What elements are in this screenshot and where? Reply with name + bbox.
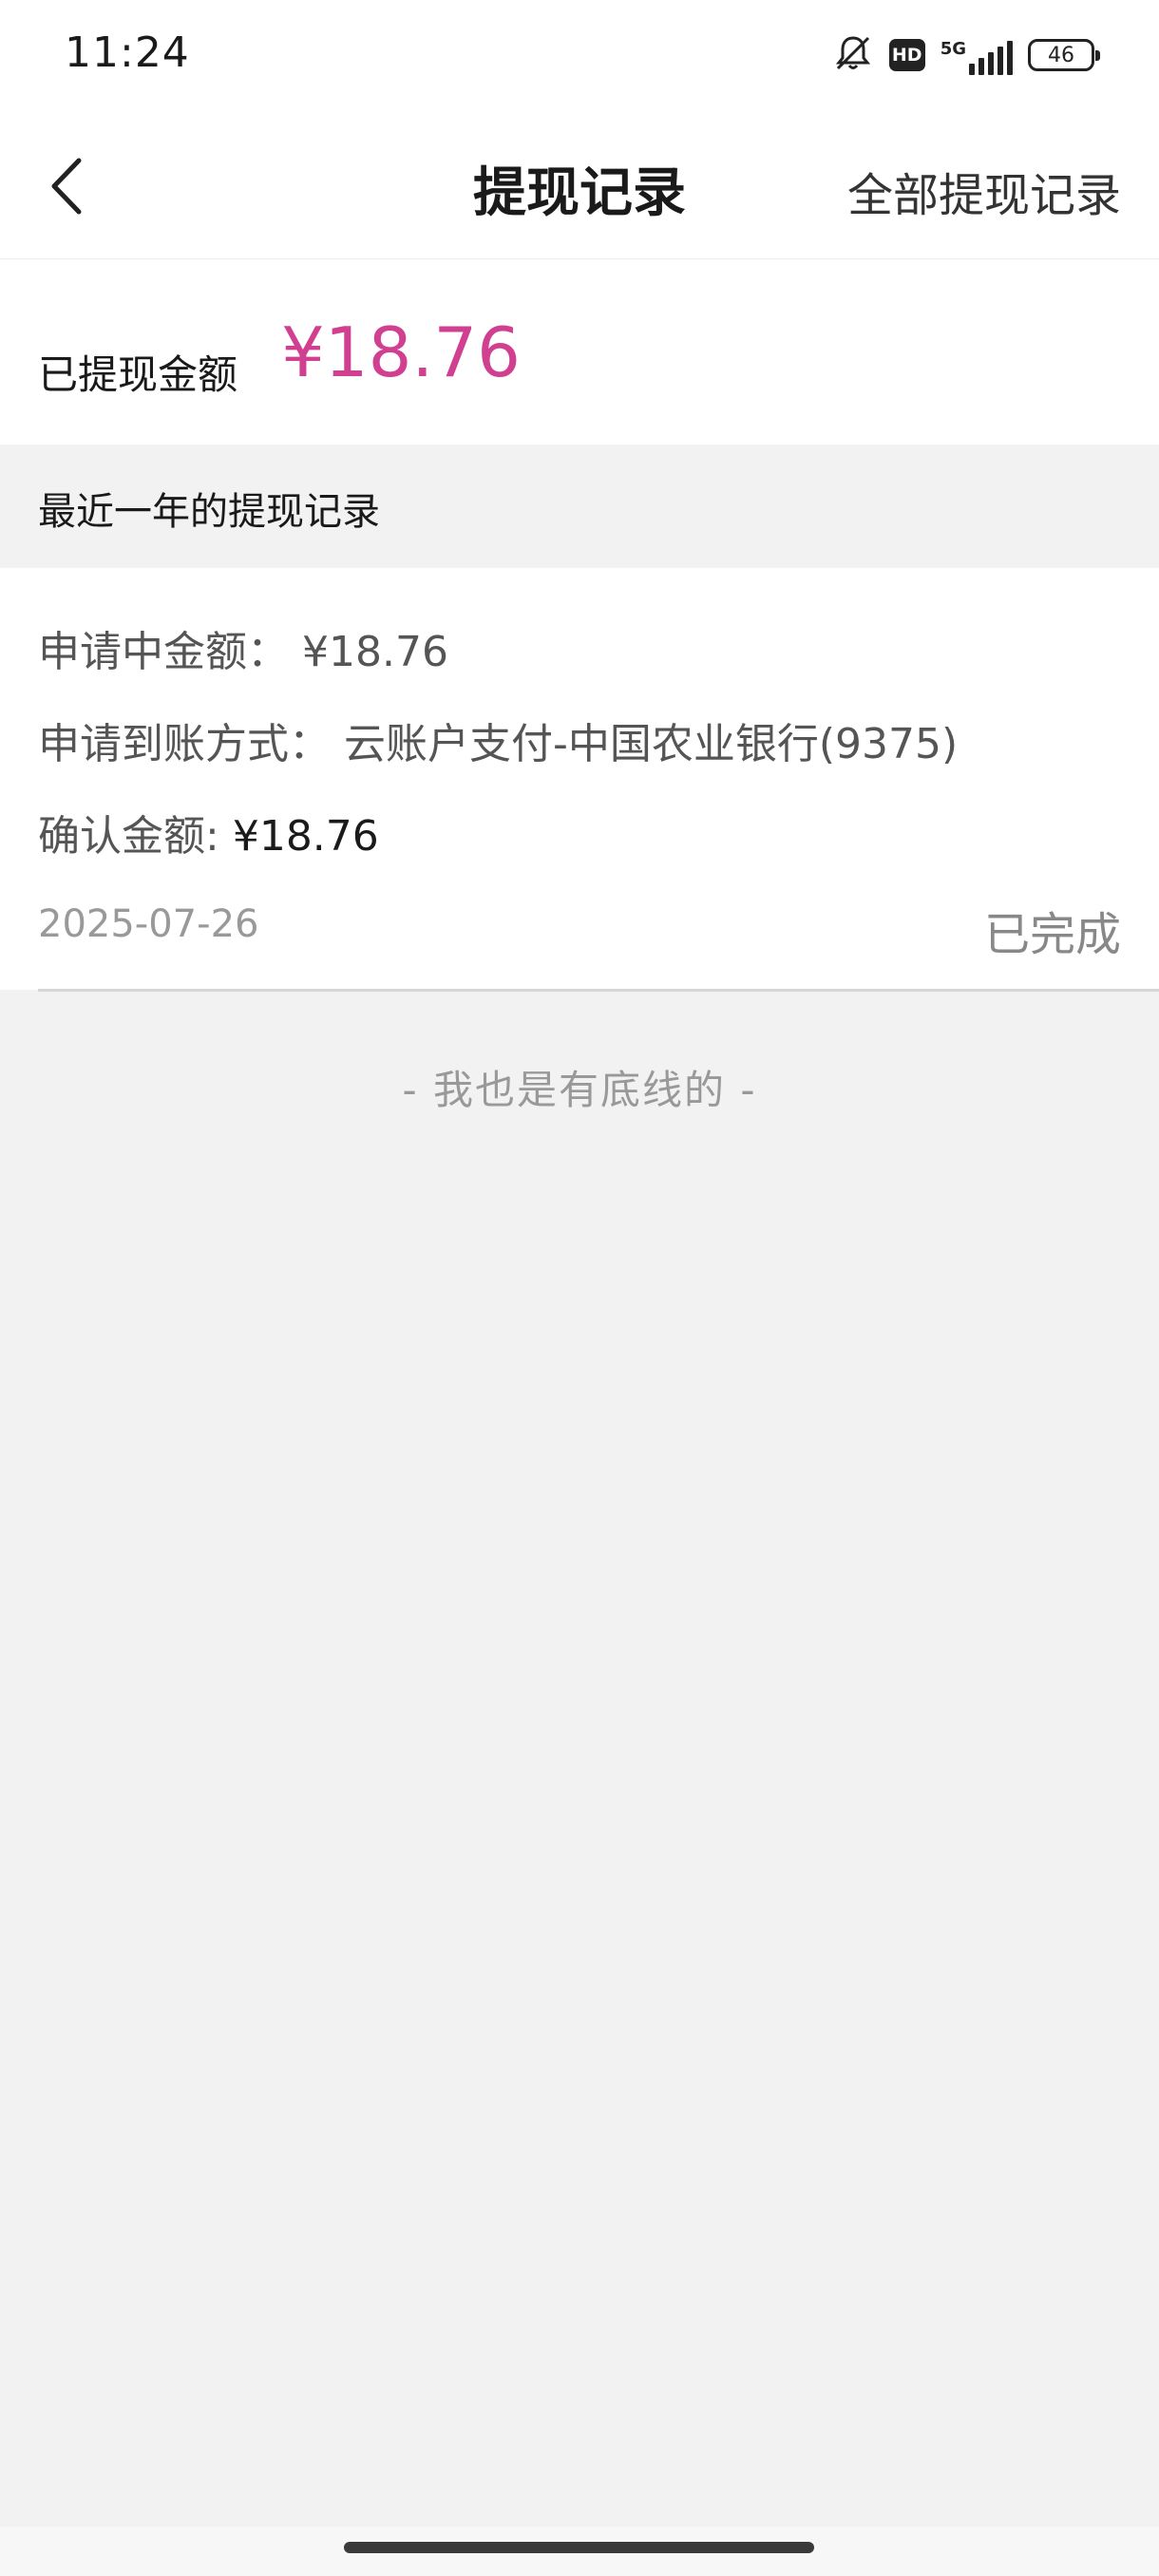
pending-amount-row: 申请中金额： ¥18.76 [38,617,448,678]
nav-bar: 提现记录 全部提现记录 [0,114,1159,259]
back-button[interactable] [28,148,104,224]
divider [38,989,1159,992]
payout-method-label: 申请到账方式： [38,720,331,768]
record-status: 已完成 [983,908,1121,961]
end-of-list-text: - 我也是有底线的 - [402,1067,757,1113]
bell-muted-icon [832,32,874,78]
all-records-link[interactable]: 全部提现记录 [847,158,1121,224]
status-bar: 11:24 HD 5G 46 [0,0,1159,114]
battery-level: 46 [1048,43,1074,67]
confirmed-amount-label: 确认金额: [38,812,219,861]
status-icons: HD 5G 46 [832,32,1100,78]
network-type-label: 5G [940,39,966,59]
payout-method-row: 申请到账方式： 云账户支付-中国农业银行(9375) [38,710,958,770]
payout-method-value: 云账户支付-中国农业银行(9375) [344,720,959,768]
confirmed-amount-row: 确认金额: ¥18.76 [38,802,379,862]
withdrawn-amount-value: ¥18.76 [281,313,521,392]
status-time: 11:24 [65,28,190,77]
pending-amount-value: ¥18.76 [302,628,448,676]
section-title: 最近一年的提现记录 [38,490,380,534]
home-indicator[interactable] [344,2542,814,2553]
withdrawn-summary: 已提现金额 ¥18.76 [0,259,1159,445]
cellular-signal-icon: 5G [940,35,1013,75]
battery-icon: 46 [1028,39,1100,71]
chevron-left-icon [51,158,82,215]
section-header: 最近一年的提现记录 [0,445,1159,568]
record-date: 2025-07-26 [38,902,259,946]
confirmed-amount-value: ¥18.76 [232,812,379,861]
withdrawal-record-card[interactable]: 申请中金额： ¥18.76 申请到账方式： 云账户支付-中国农业银行(9375)… [0,568,1159,990]
withdrawn-amount-label: 已提现金额 [38,351,238,398]
hd-icon: HD [888,39,925,71]
pending-amount-label: 申请中金额： [38,628,289,676]
